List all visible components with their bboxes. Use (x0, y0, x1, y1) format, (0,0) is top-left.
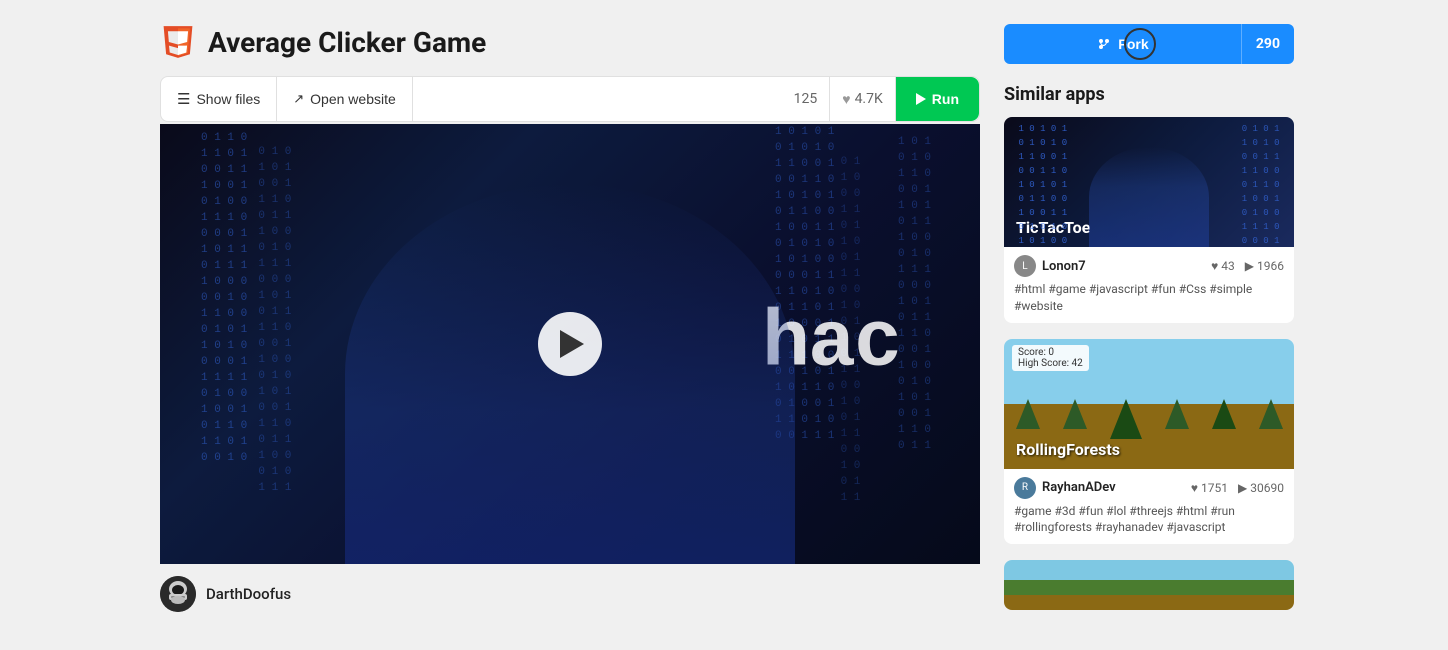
show-files-button[interactable]: ☰ Show files (161, 77, 277, 121)
forks-count-value: 4.7K (855, 91, 883, 107)
tictactoe-run-icon: ▶ (1245, 259, 1254, 273)
tree-6 (1259, 399, 1283, 429)
left-panel: Average Clicker Game ☰ Show files ↗ Open… (160, 24, 980, 626)
heart-icon: ♥ (842, 91, 850, 108)
files-icon: ☰ (177, 90, 190, 108)
page-title: Average Clicker Game (208, 26, 486, 59)
toolbar: ☰ Show files ↗ Open website 125 ♥ 4.7K R… (160, 76, 980, 122)
tictactoe-thumb-bg: 1 0 1 0 10 1 0 1 01 1 0 0 10 0 1 1 01 0 … (1004, 117, 1294, 247)
fork-count[interactable]: 290 (1241, 24, 1294, 64)
rollingforests-likes-stat: ♥ 1751 (1191, 481, 1228, 495)
author-avatar (160, 576, 196, 612)
tictactoe-likes: 43 (1221, 259, 1235, 273)
fork-button[interactable]: Fork (1004, 24, 1241, 64)
app-card-tictactoe[interactable]: 1 0 1 0 10 1 0 1 01 1 0 0 10 0 1 1 01 0 … (1004, 117, 1294, 323)
tictactoe-author-avatar: L (1014, 255, 1036, 277)
fork-label: Fork (1118, 36, 1148, 52)
tictactoe-stats: ♥ 43 ▶ 1966 (1211, 259, 1284, 273)
tree-4 (1165, 399, 1189, 429)
tree-1 (1016, 399, 1040, 429)
tree-3 (1110, 399, 1142, 439)
play-button[interactable] (538, 312, 602, 376)
rollingforests-info: R RayhanADev ♥ 1751 ▶ 30690 (1004, 469, 1294, 545)
play-icon (560, 330, 584, 358)
likes-display: 125 (782, 77, 831, 121)
rollingforests-heart-icon: ♥ (1191, 481, 1198, 495)
trees-container (1004, 399, 1294, 439)
avatar-image (160, 576, 196, 612)
tictactoe-meta: L Lonon7 ♥ 43 ▶ 1966 (1014, 255, 1284, 277)
author-row: DarthDoofus (160, 576, 980, 612)
rollingforests-run-icon: ▶ (1238, 481, 1247, 495)
tree-2 (1063, 399, 1087, 429)
similar-apps-title: Similar apps (1004, 84, 1294, 105)
score-display: Score: 0High Score: 42 (1012, 345, 1089, 371)
tictactoe-tags: #html #game #javascript #fun #Css #simpl… (1014, 281, 1284, 315)
open-website-button[interactable]: ↗ Open website (277, 77, 413, 121)
run-button[interactable]: Run (896, 77, 979, 121)
rollingforests-stats: ♥ 1751 ▶ 30690 (1191, 481, 1284, 495)
third-thumbnail (1004, 560, 1294, 610)
author-name: DarthDoofus (206, 585, 291, 603)
avatar-icon (160, 576, 196, 612)
rollingforests-author: RayhanADev (1042, 480, 1185, 495)
rollingforests-meta: R RayhanADev ♥ 1751 ▶ 30690 (1014, 477, 1284, 499)
main-container: Average Clicker Game ☰ Show files ↗ Open… (0, 0, 1448, 650)
likes-count: 125 (794, 91, 818, 107)
video-player[interactable]: 1 0 1 00 1 1 01 1 0 10 0 1 11 0 0 10 1 0… (160, 124, 980, 564)
rollingforests-tags: #game #3d #fun #lol #threejs #html #run … (1014, 503, 1284, 537)
rollingforests-thumbnail: Score: 0High Score: 42 RollingForests (1004, 339, 1294, 469)
html5-icon (160, 24, 196, 60)
rollingforests-title: RollingForests (1016, 440, 1120, 459)
show-files-label: Show files (196, 91, 260, 107)
tictactoe-runs-stat: ▶ 1966 (1245, 259, 1284, 273)
right-panel: Fork 290 Similar apps 1 0 1 0 10 1 0 1 0… (1004, 24, 1294, 626)
tictactoe-heart-icon: ♥ (1211, 259, 1218, 273)
tree-5 (1212, 399, 1236, 429)
run-play-icon (916, 93, 926, 105)
app-card-rollingforests[interactable]: Score: 0High Score: 42 RollingForests (1004, 339, 1294, 545)
similar-apps-section: Similar apps 1 0 1 0 10 1 0 1 01 1 0 0 1… (1004, 84, 1294, 610)
forks-display: ♥ 4.7K (830, 77, 896, 121)
tictactoe-likes-stat: ♥ 43 (1211, 259, 1235, 273)
run-label: Run (932, 91, 959, 107)
third-thumb-bg (1004, 560, 1294, 610)
tictactoe-thumbnail: 1 0 1 0 10 1 0 1 01 1 0 0 10 0 1 1 01 0 … (1004, 117, 1294, 247)
title-row: Average Clicker Game (160, 24, 980, 60)
rollingforests-likes: 1751 (1201, 481, 1228, 495)
rollingforests-runs-stat: ▶ 30690 (1238, 481, 1284, 495)
tictactoe-author: Lonon7 (1042, 259, 1205, 274)
rollingforests-runs: 30690 (1250, 481, 1284, 495)
tictactoe-runs: 1966 (1257, 259, 1284, 273)
open-website-label: Open website (310, 91, 396, 107)
fork-icon (1096, 36, 1112, 52)
tictactoe-info: L Lonon7 ♥ 43 ▶ 1966 (1004, 247, 1294, 323)
app-card-third[interactable] (1004, 560, 1294, 610)
external-link-icon: ↗ (293, 91, 304, 107)
fork-row: Fork 290 (1004, 24, 1294, 64)
rollingforests-author-avatar: R (1014, 477, 1036, 499)
